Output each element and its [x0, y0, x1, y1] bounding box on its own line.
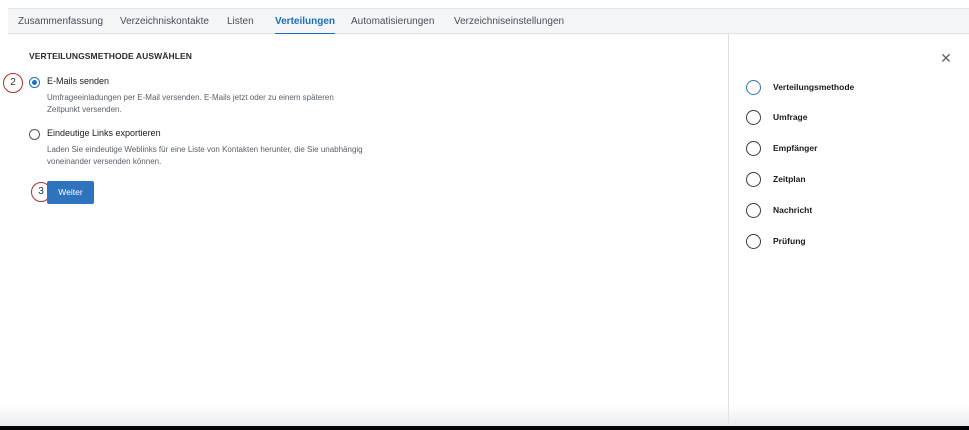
step-label: Empfänger	[773, 143, 818, 153]
step-circle-icon	[746, 203, 761, 218]
step-circle-icon	[746, 141, 761, 156]
step-label: Umfrage	[773, 112, 808, 122]
tab-verzeichniskontakte[interactable]: Verzeichniskontakte	[120, 9, 209, 34]
radio-links[interactable]	[29, 129, 40, 140]
step-circle-icon	[746, 172, 761, 187]
tab-verzeichniseinstellungen[interactable]: Verzeichniseinstellungen	[454, 9, 564, 34]
top-strip	[0, 0, 969, 8]
tab-listen[interactable]: Listen	[227, 9, 254, 34]
step-circle-icon	[746, 80, 761, 95]
step-circle-icon	[746, 110, 761, 125]
tab-zusammenfassung[interactable]: Zusammenfassung	[18, 9, 103, 34]
step-label: Prüfung	[773, 236, 806, 246]
tab-automatisierungen[interactable]: Automatisierungen	[351, 9, 434, 34]
step-badge-2: 2	[3, 73, 23, 93]
tab-bar: Zusammenfassung Verzeichniskontakte List…	[8, 8, 969, 35]
bottom-shadow	[0, 405, 969, 426]
next-button[interactable]: Weiter	[47, 181, 94, 204]
step-label: Verteilungsmethode	[773, 82, 855, 92]
steps-panel: ✕ Verteilungsmethode Umfrage Empfänger Z…	[729, 34, 969, 426]
option-email-label[interactable]: E-Mails senden	[47, 76, 109, 86]
option-links-description: Laden Sie eindeutige Weblinks für eine L…	[47, 145, 363, 166]
step-label: Nachricht	[773, 205, 813, 215]
bottom-bar	[0, 426, 969, 430]
step-circle-icon	[746, 234, 761, 249]
main-content: VERTEILUNGSMETHODE AUSWÄHLEN 2 E-Mails s…	[0, 34, 728, 426]
option-links-label[interactable]: Eindeutige Links exportieren	[47, 128, 161, 138]
radio-email[interactable]	[29, 77, 40, 88]
close-icon[interactable]: ✕	[939, 51, 953, 65]
tab-verteilungen[interactable]: Verteilungen	[275, 9, 336, 35]
step-label: Zeitplan	[773, 174, 806, 184]
section-title: VERTEILUNGSMETHODE AUSWÄHLEN	[29, 51, 193, 61]
option-email-description: Umfrageeinladungen per E-Mail versenden.…	[47, 93, 334, 114]
